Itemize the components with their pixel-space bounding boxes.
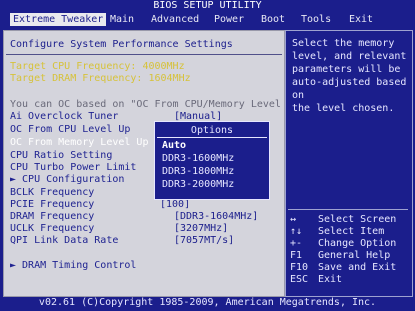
- option-ddr3-2000[interactable]: DDR3-2000MHz: [162, 179, 234, 191]
- setting-cpu-ratio[interactable]: CPU Ratio Setting: [10, 150, 112, 162]
- key-select-screen: ↔ Select Screen: [290, 214, 397, 225]
- setting-ai-overclock-tuner[interactable]: Ai Overclock Tuner: [10, 111, 118, 123]
- option-ddr3-1800[interactable]: DDR3-1800MHz: [162, 166, 234, 178]
- uclk-frequency-value[interactable]: [3207MHz]: [174, 223, 228, 235]
- help-panel: Select the memory level, and relevant pa…: [285, 30, 413, 297]
- submenu-dram-timing-control[interactable]: ► DRAM Timing Control: [10, 260, 136, 272]
- setting-oc-from-cpu-level-up[interactable]: OC From CPU Level Up: [10, 124, 130, 136]
- setting-cpu-turbo-power-limit[interactable]: CPU Turbo Power Limit: [10, 162, 136, 174]
- option-auto[interactable]: Auto: [162, 140, 186, 152]
- menu-bar: Extreme Tweaker Main Advanced Power Boot…: [0, 12, 415, 27]
- key-select-item: ↑↓ Select Item: [290, 226, 385, 237]
- option-ddr3-1600[interactable]: DDR3-1600MHz: [162, 153, 234, 165]
- help-text: Select the memory level, and relevant pa…: [292, 38, 407, 114]
- tab-boot[interactable]: Boot: [258, 13, 288, 26]
- target-cpu-frequency: Target CPU Frequency: 4000MHz: [10, 61, 185, 72]
- up-down-arrow-icon: ↑↓: [290, 226, 303, 237]
- tab-tools[interactable]: Tools: [298, 13, 334, 26]
- tab-extreme-tweaker[interactable]: Extreme Tweaker: [10, 13, 107, 26]
- tab-advanced[interactable]: Advanced: [148, 13, 202, 26]
- setting-dram-frequency[interactable]: DRAM Frequency: [10, 211, 94, 223]
- tab-main[interactable]: Main: [107, 13, 137, 26]
- copyright-footer: v02.61 (C)Copyright 1985-2009, American …: [38, 297, 377, 308]
- setting-qpi-link-data-rate[interactable]: QPI Link Data Rate: [10, 235, 118, 247]
- tab-power[interactable]: Power: [211, 13, 247, 26]
- target-dram-frequency: Target DRAM Frequency: 1604MHz: [10, 73, 191, 84]
- key-change-option: +- Change Option: [290, 238, 397, 249]
- oc-note: You can OC based on "OC From CPU/Memory …: [10, 99, 306, 110]
- key-general-help: F1 General Help: [290, 250, 391, 261]
- left-right-arrow-icon: ↔: [290, 214, 297, 225]
- popup-title: Options: [190, 125, 234, 136]
- dram-frequency-value[interactable]: [DDR3-1604MHz]: [174, 211, 258, 223]
- settings-heading: Configure System Performance Settings: [10, 39, 233, 50]
- setting-oc-from-memory-level-up[interactable]: OC From Memory Level Up: [10, 137, 148, 149]
- popup-divider: [157, 137, 267, 138]
- tab-exit[interactable]: Exit: [346, 13, 376, 26]
- key-exit: ESC Exit: [290, 274, 343, 285]
- options-popup: Options Auto DDR3-1600MHz DDR3-1800MHz D…: [154, 121, 270, 200]
- pcie-frequency-value[interactable]: [100]: [160, 199, 190, 211]
- qpi-link-data-rate-value[interactable]: [7057MT/s]: [174, 235, 234, 247]
- bios-title: BIOS SETUP UTILITY: [153, 0, 262, 11]
- setting-pcie-frequency[interactable]: PCIE Frequency: [10, 199, 94, 211]
- submenu-cpu-configuration[interactable]: ► CPU Configuration: [10, 174, 124, 186]
- heading-divider: [6, 54, 282, 55]
- setting-uclk-frequency[interactable]: UCLK Frequency: [10, 223, 94, 235]
- setting-bclk-frequency[interactable]: BCLK Frequency: [10, 187, 94, 199]
- help-divider: [288, 209, 408, 210]
- key-save-and-exit: F10 Save and Exit: [290, 262, 397, 273]
